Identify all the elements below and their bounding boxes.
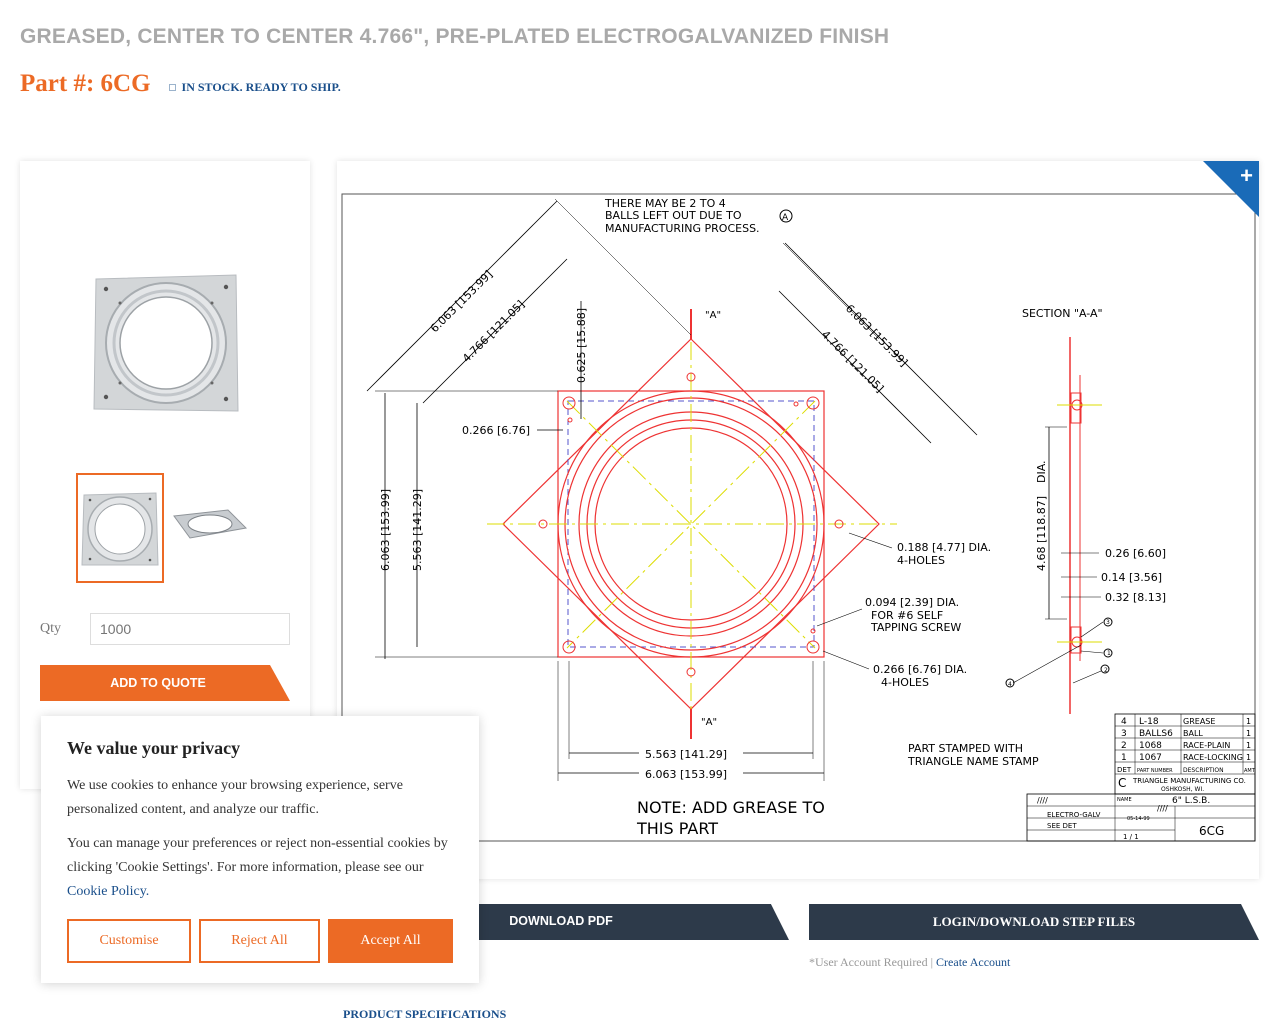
bom-det-1: 4 [1121,717,1127,727]
title-block-plating: ELECTRO-GALV [1047,811,1101,819]
section-marker-bottom: "A" [701,717,717,728]
bom-part-3: 1068 [1139,741,1162,751]
product-gallery-panel: Qty ADD TO QUOTE [20,161,310,789]
note-top-line2: BALLS LEFT OUT DUE TO [605,209,742,222]
product-main-image[interactable] [90,273,240,413]
cookie-reject-button[interactable]: Reject All [199,919,320,963]
bom-part-4: 1067 [1139,753,1162,763]
cookie-consent-dialog: We value your privacy We use cookies to … [41,716,479,983]
title-block-name: 6" L.S.B. [1172,796,1210,806]
dim-6063-horizontal: 6.063 [153.99] [645,768,727,781]
cookie-text-1: We use cookies to enhance your browsing … [67,778,403,817]
account-note: *User Account Required | Create Account [809,955,1010,970]
bom-desc-4: RACE-LOCKING [1183,753,1243,762]
part-line: Part #: 6CG IN STOCK. READY TO SHIP. [20,70,341,98]
bom-amt-2: 1 [1246,729,1251,738]
stock-status: IN STOCK. READY TO SHIP. [168,80,341,95]
dim-5563-vertical: 5.563 [141.29] [411,489,424,571]
grease-note-line1: NOTE: ADD GREASE TO [637,798,825,817]
bom-part-2: BALLS6 [1139,729,1173,739]
dim-5563-horizontal: 5.563 [141.29] [645,748,727,761]
bom-det-3: 2 [1121,741,1127,751]
bom-header-amt: AMT [1244,768,1256,774]
stamp-note-line2: TRIANGLE NAME STAMP [907,755,1039,768]
qty-input[interactable] [90,613,290,645]
title-block-company: TRIANGLE MANUFACTURING CO. [1132,777,1246,785]
thumbnail-front-image [81,492,159,566]
stock-status-text: IN STOCK. READY TO SHIP. [181,80,341,94]
part-number: Part #: 6CG [20,70,151,97]
bom-part-1: L-18 [1139,717,1159,727]
hole-0188-line2: 4-HOLES [897,554,945,567]
grease-note-line2: THIS PART [636,819,718,838]
dia-label: DIA. [1035,460,1048,483]
dim-0625: 0.625 [15.88] [575,308,588,383]
note-top-ref: A [782,213,789,223]
dim-4766-diag-left: 4.766 [121.05] [460,298,527,365]
stamp-note-line1: PART STAMPED WITH [908,742,1023,755]
bom-desc-3: RACE-PLAIN [1183,741,1230,750]
title-block-part-no: 6CG [1199,824,1224,838]
bom-desc-1: GREASE [1183,717,1215,726]
hole-0094-line1: 0.094 [2.39] DIA. [865,596,959,609]
bom-det-4: 1 [1121,753,1127,763]
checkbox-icon [168,84,176,91]
bom-amt-4: 1 [1246,753,1251,762]
bom-header-desc: DESCRIPTION [1183,767,1224,774]
product-title: GREASED, CENTER TO CENTER 4.766", PRE-PL… [20,25,890,48]
hole-0266-line2: 4-HOLES [881,676,929,689]
section-marker-top: "A" [705,310,721,321]
cookie-accept-button[interactable]: Accept All [328,919,453,963]
bom-header-part: PART NUMBER [1137,768,1173,774]
plus-icon[interactable]: + [1240,163,1253,189]
balloon-2: 2 [1104,667,1108,674]
product-specifications-link[interactable]: PRODUCT SPECIFICATIONS [343,1007,506,1022]
hole-0188-line1: 0.188 [4.77] DIA. [897,541,991,554]
cookie-text-2: You can manage your preferences or rejec… [67,832,459,904]
thumbnail-front[interactable] [76,473,164,583]
title-block-city: OSHKOSH, WI. [1161,786,1204,793]
cookie-text-2-body: You can manage your preferences or rejec… [67,836,448,875]
title-block-fit: //// [1037,796,1048,805]
add-to-quote-button[interactable]: ADD TO QUOTE [40,665,290,701]
qty-label: Qty [40,621,61,636]
account-note-text: *User Account Required | [809,955,937,969]
title-block-logo: C [1118,776,1126,790]
dim-6063-diag-left: 6.063 [153.99] [428,268,495,335]
note-top-line3: MANUFACTURING PROCESS. [605,222,760,235]
title-block-scale: 1 / 1 [1123,833,1139,841]
dim-6063-vertical: 6.063 [153.99] [379,489,392,571]
thumbnail-angle[interactable] [170,506,248,542]
dim-014: 0.14 [3.56] [1101,571,1162,584]
balloon-1: 1 [1107,650,1111,657]
cookie-customise-button[interactable]: Customise [67,919,191,963]
hole-0266-line1: 0.266 [6.76] DIA. [873,663,967,676]
cookie-title: We value your privacy [67,738,241,758]
title-block-name-label: NAME [1117,797,1132,803]
section-label: SECTION "A-A" [1022,307,1103,320]
bom-header-det: DET [1117,766,1132,774]
dim-0266-left: 0.266 [6.76] [462,424,530,437]
download-step-button[interactable]: LOGIN/DOWNLOAD STEP FILES [809,904,1259,940]
title-block-used-in: //// [1157,804,1168,813]
dim-026: 0.26 [6.60] [1105,547,1166,560]
bom-desc-2: BALL [1183,729,1203,738]
bom-amt-1: 1 [1246,717,1251,726]
dim-468: 4.68 [118.87] [1035,496,1048,571]
title-block-date: 05-14-99 [1127,816,1150,822]
bom-amt-3: 1 [1246,741,1251,750]
title-block-material: SEE DET [1047,822,1077,830]
cookie-policy-link[interactable]: Cookie Policy. [67,884,149,899]
create-account-link[interactable]: Create Account [936,955,1010,969]
bom-det-2: 3 [1121,729,1127,739]
balloon-3: 3 [1106,619,1110,626]
balloon-4: 4 [1008,681,1012,688]
dim-032: 0.32 [8.13] [1105,591,1166,604]
hole-0094-line3: TAPPING SCREW [870,621,961,634]
